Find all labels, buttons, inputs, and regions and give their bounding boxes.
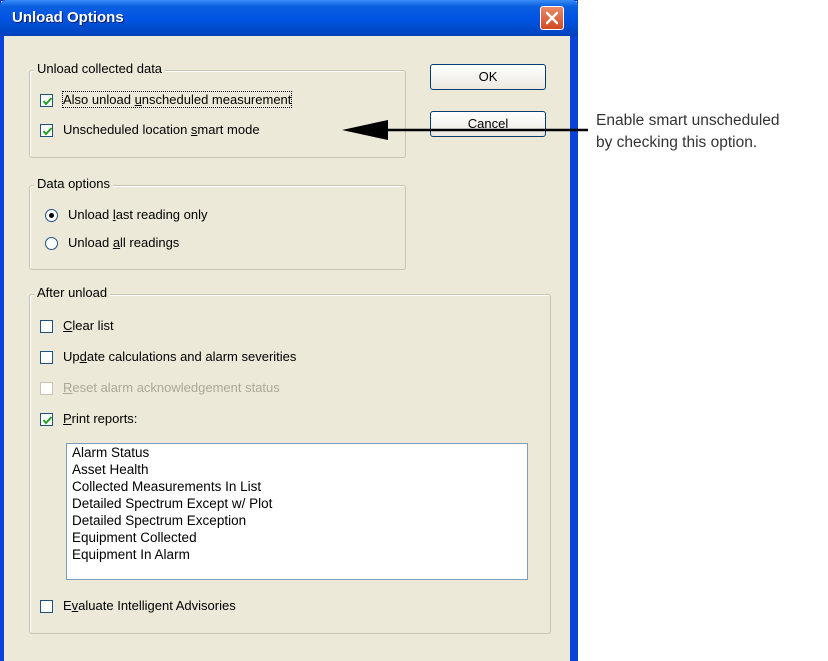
annotation-line-1: Enable smart unscheduled xyxy=(596,112,780,129)
list-item[interactable]: Detailed Spectrum Exception xyxy=(72,512,246,530)
update-calculations-checkbox[interactable] xyxy=(40,351,53,364)
clear-list-checkbox[interactable] xyxy=(40,320,53,333)
print-reports-label[interactable]: Print reports: xyxy=(63,411,137,426)
callout-arrow-icon xyxy=(342,120,588,140)
list-item[interactable]: Collected Measurements In List xyxy=(72,478,261,496)
list-item[interactable]: Asset Health xyxy=(72,461,149,479)
evaluate-advisories-checkbox[interactable] xyxy=(40,600,53,613)
list-item[interactable]: Detailed Spectrum Except w/ Plot xyxy=(72,495,272,513)
checkmark-icon xyxy=(42,97,53,106)
last-reading-radio[interactable] xyxy=(45,209,58,222)
radio-selected-dot xyxy=(49,213,54,218)
last-reading-label[interactable]: Unload last reading only xyxy=(68,207,207,222)
annotation-callout: Enable smart unscheduled by checking thi… xyxy=(596,110,780,154)
also-unload-label[interactable]: Also unload unscheduled measurement xyxy=(61,91,293,108)
smart-mode-checkbox[interactable] xyxy=(40,124,53,137)
unload-collected-data-group xyxy=(29,70,406,158)
list-item[interactable]: Equipment Collected xyxy=(72,529,197,547)
also-unload-checkbox[interactable] xyxy=(40,94,53,107)
window-frame-left xyxy=(0,36,4,661)
evaluate-advisories-label[interactable]: Evaluate Intelligent Advisories xyxy=(63,598,236,613)
after-unload-legend: After unload xyxy=(34,285,111,300)
unload-collected-data-legend: Unload collected data xyxy=(34,61,166,76)
update-calculations-label[interactable]: Update calculations and alarm severities xyxy=(63,349,296,364)
data-options-group xyxy=(29,185,406,270)
list-item[interactable]: Alarm Status xyxy=(72,444,149,462)
smart-mode-label[interactable]: Unscheduled location smart mode xyxy=(63,122,260,137)
clear-list-label[interactable]: Clear list xyxy=(63,318,114,333)
reset-alarm-label: Reset alarm acknowledgement status xyxy=(63,380,280,395)
all-readings-radio[interactable] xyxy=(45,237,58,250)
window-title: Unload Options xyxy=(12,9,124,26)
list-item[interactable]: Equipment In Alarm xyxy=(72,546,190,564)
checkmark-icon xyxy=(42,127,53,136)
close-button[interactable] xyxy=(540,6,564,30)
data-options-legend: Data options xyxy=(34,176,113,191)
title-bar[interactable]: Unload Options xyxy=(0,0,578,36)
annotation-line-2: by checking this option. xyxy=(596,134,758,151)
ok-button[interactable]: OK xyxy=(430,64,546,90)
print-reports-checkbox[interactable] xyxy=(40,413,53,426)
reset-alarm-checkbox xyxy=(40,382,53,395)
close-icon xyxy=(545,11,559,25)
checkmark-icon xyxy=(42,416,53,425)
reports-listbox[interactable]: Alarm Status Asset Health Collected Meas… xyxy=(66,443,528,580)
all-readings-label[interactable]: Unload all readings xyxy=(68,235,179,250)
